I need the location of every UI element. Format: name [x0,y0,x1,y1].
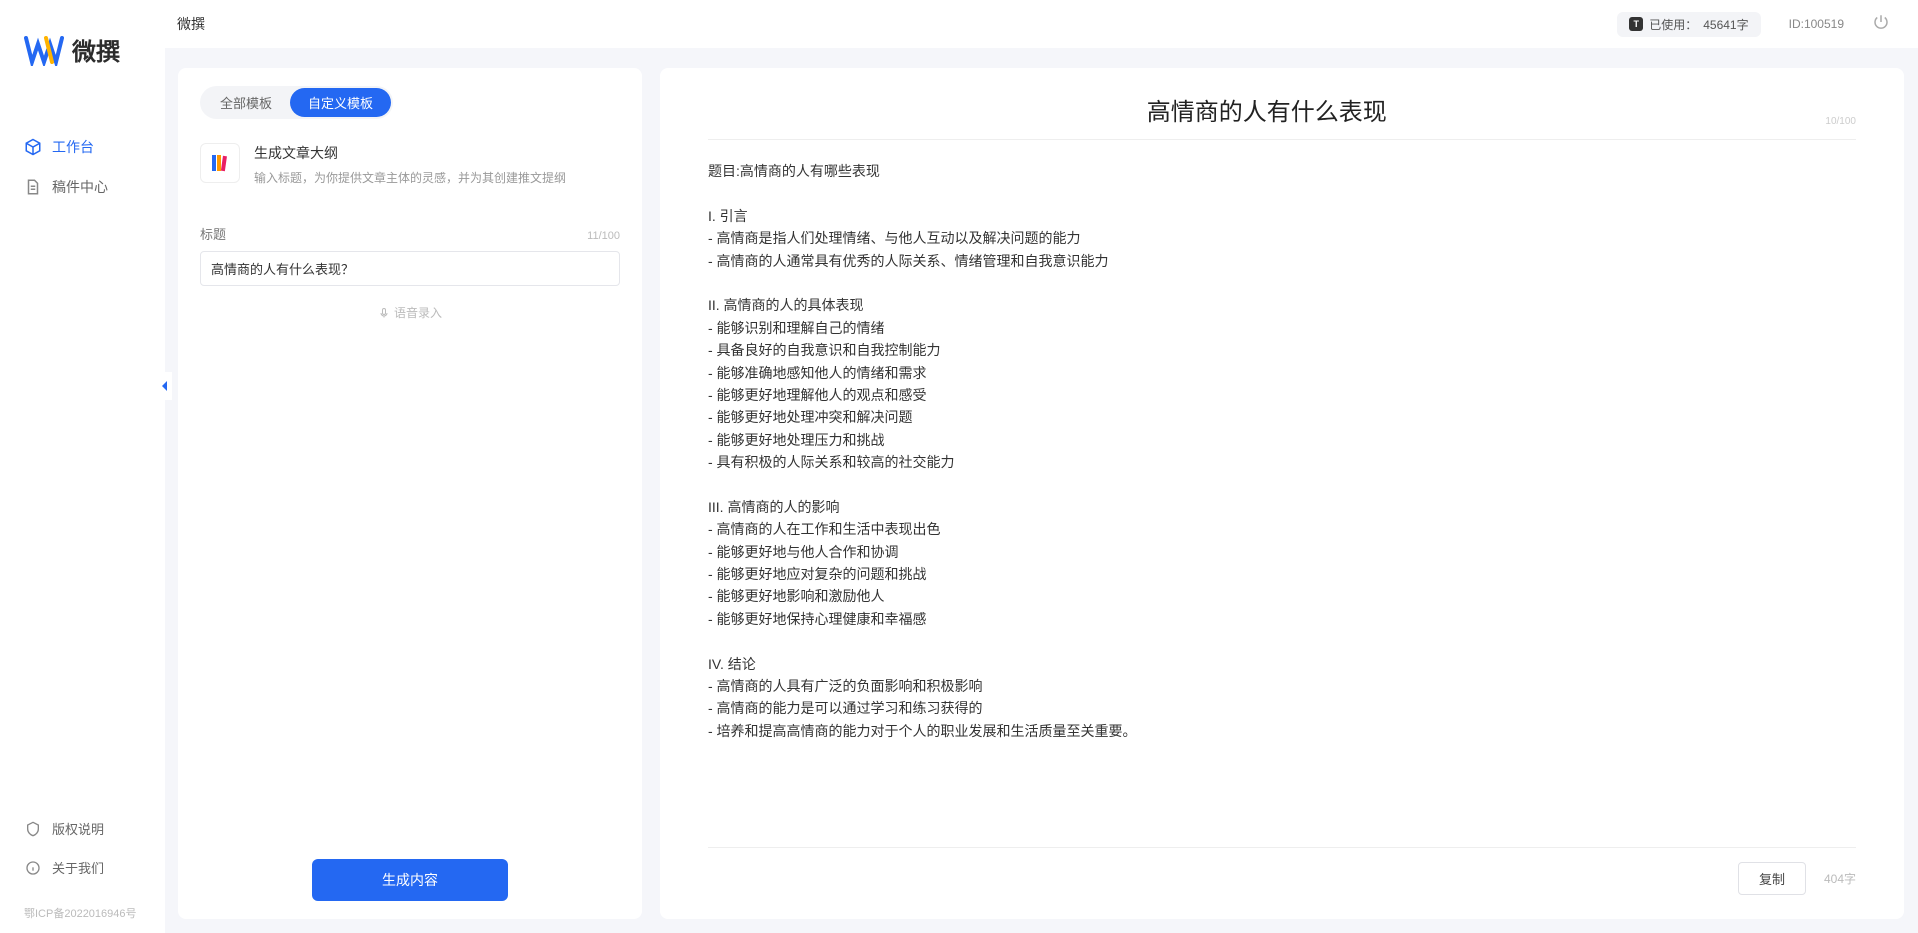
template-desc: 输入标题，为你提供文章主体的灵感，并为其创建推文提纲 [254,169,566,186]
template-title: 生成文章大纲 [254,143,566,163]
tab-custom-template[interactable]: 自定义模板 [290,88,391,117]
text-badge-icon: T [1629,17,1643,31]
left-panel: 全部模板 自定义模板 生成文章大纲 输入标题，为你提供文章主体的灵感，并为其创建… [178,68,642,919]
tab-all-templates[interactable]: 全部模板 [202,88,290,117]
logo-icon [24,34,64,66]
nav-label: 稿件中心 [52,177,108,197]
power-icon[interactable] [1872,13,1890,36]
template-info: 生成文章大纲 输入标题，为你提供文章主体的灵感，并为其创建推文提纲 [254,143,566,186]
microphone-icon [378,307,390,319]
sidebar: 微撰 工作台 稿件中心 版权说明 关于我们 鄂ICP备 [0,0,165,933]
icp-text: 鄂ICP备2022016946号 [0,897,165,933]
nav-copyright[interactable]: 版权说明 [0,809,165,848]
logo: 微撰 [0,0,165,87]
main: 全部模板 自定义模板 生成文章大纲 输入标题，为你提供文章主体的灵感，并为其创建… [178,68,1904,919]
doc-title[interactable]: 高情商的人有什么表现 [708,92,1825,127]
right-panel: 高情商的人有什么表现 10/100 题目:高情商的人有哪些表现 I. 引言 - … [660,68,1904,919]
field-header: 标题 11/100 [200,224,620,243]
nav-label: 关于我们 [52,858,104,877]
template-tabs: 全部模板 自定义模板 [200,86,393,119]
nav-workbench[interactable]: 工作台 [0,127,165,167]
char-count: 404字 [1824,870,1856,887]
field-count: 11/100 [587,230,620,242]
voice-input-button[interactable]: 语音录入 [200,286,620,339]
nav-about[interactable]: 关于我们 [0,848,165,887]
topbar-right: T 已使用： 45641字 ID:100519 [1617,12,1890,37]
doc-title-count: 10/100 [1825,116,1856,127]
books-icon [200,143,240,183]
nav-drafts[interactable]: 稿件中心 [0,167,165,207]
chevron-left-icon [160,379,170,393]
doc-body[interactable]: 题目:高情商的人有哪些表现 I. 引言 - 高情商是指人们处理情绪、与他人互动以… [708,140,1856,848]
nav-label: 工作台 [52,137,94,157]
nav-bottom: 版权说明 关于我们 [0,809,165,897]
field-label: 标题 [200,224,226,243]
user-id: ID:100519 [1789,17,1844,31]
usage-pill[interactable]: T 已使用： 45641字 [1617,12,1760,37]
nav-main: 工作台 稿件中心 [0,87,165,809]
doc-footer: 复制 404字 [708,848,1856,895]
info-icon [24,859,42,877]
usage-value: 45641字 [1703,16,1748,33]
sidebar-collapse[interactable] [158,372,172,400]
nav-label: 版权说明 [52,819,104,838]
voice-hint: 语音录入 [394,304,442,321]
page-title: 微撰 [177,14,205,34]
spacer [200,339,620,859]
doc-title-row: 高情商的人有什么表现 10/100 [708,92,1856,140]
template-card: 生成文章大纲 输入标题，为你提供文章主体的灵感，并为其创建推文提纲 [200,119,620,202]
usage-prefix: 已使用： [1649,16,1697,33]
document-icon [24,178,42,196]
cube-icon [24,138,42,156]
shield-icon [24,820,42,838]
topbar: 微撰 T 已使用： 45641字 ID:100519 [165,0,1918,48]
logo-text: 微撰 [72,32,120,67]
title-input[interactable] [200,251,620,286]
generate-button[interactable]: 生成内容 [312,859,508,901]
copy-button[interactable]: 复制 [1738,862,1806,895]
